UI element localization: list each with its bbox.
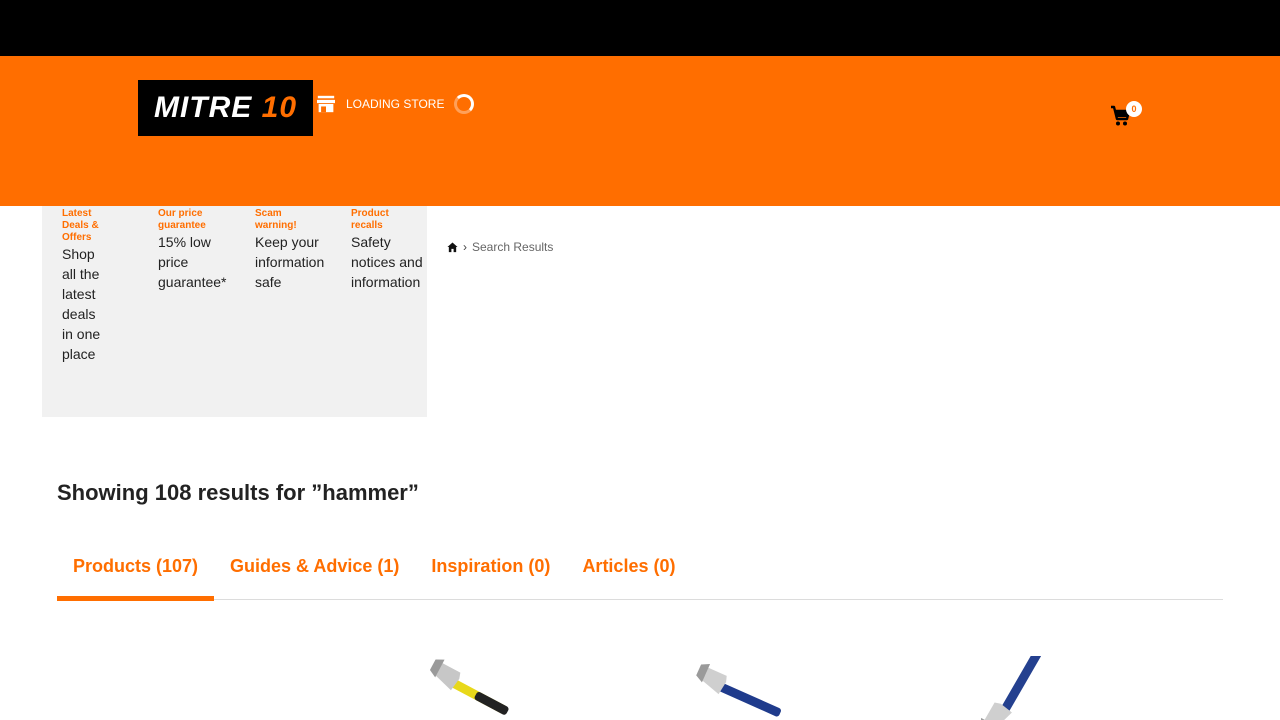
- cart-button[interactable]: 0: [1108, 100, 1148, 130]
- cart-count-badge: 0: [1126, 101, 1142, 117]
- store-icon: [317, 95, 335, 113]
- hammer-image: [429, 659, 509, 715]
- logo-accent: 10: [261, 91, 298, 124]
- breadcrumb: › Search Results: [447, 240, 553, 254]
- promo-price-guarantee[interactable]: Our price guarantee 15% low price guaran…: [158, 208, 238, 292]
- logo-text: MITRE 10: [154, 91, 297, 125]
- promo-panel: Latest Deals & Offers Shop all the lates…: [42, 206, 427, 417]
- promo-latest-deals[interactable]: Latest Deals & Offers Shop all the lates…: [62, 208, 106, 364]
- promo-product-recalls[interactable]: Product recalls Safety notices and infor…: [351, 208, 431, 292]
- hammer-image: [980, 656, 1042, 720]
- loading-spinner-icon: [454, 94, 475, 114]
- promo-title: Our price guarantee: [158, 208, 206, 231]
- breadcrumb-current: Search Results: [472, 240, 554, 254]
- results-heading: Showing 108 results for ”hammer”: [57, 480, 419, 505]
- product-image[interactable]: [958, 656, 1054, 720]
- promo-scam-warning[interactable]: Scam warning! Keep your information safe: [255, 208, 337, 292]
- top-bar: [0, 0, 1280, 56]
- store-label: LOADING STORE: [346, 97, 445, 111]
- tab-articles[interactable]: Articles (0): [566, 548, 691, 600]
- promo-body: Keep your information safe: [255, 234, 325, 290]
- promo-title: Latest Deals & Offers: [62, 208, 99, 243]
- product-image[interactable]: [420, 656, 516, 720]
- product-image[interactable]: [690, 656, 786, 720]
- tab-products[interactable]: Products (107): [57, 548, 215, 601]
- promo-body: Shop all the latest deals in one place: [62, 246, 101, 362]
- results-tabs: Products (107) Guides & Advice (1) Inspi…: [57, 548, 1223, 601]
- promo-body: Safety notices and information: [351, 234, 423, 290]
- promo-title: Product recalls: [351, 208, 389, 231]
- store-selector[interactable]: LOADING STORE: [316, 94, 475, 114]
- breadcrumb-separator: ›: [463, 240, 467, 254]
- promo-body: 15% low price guarantee*: [158, 234, 227, 290]
- promo-title: Scam warning!: [255, 208, 297, 231]
- tab-inspiration[interactable]: Inspiration (0): [415, 548, 566, 600]
- tab-guides-advice[interactable]: Guides & Advice (1): [214, 548, 415, 600]
- site-header: MITRE 10 LOADING STORE 0: [0, 56, 1280, 206]
- home-icon[interactable]: [447, 241, 458, 253]
- hammer-image: [696, 664, 781, 717]
- mitre10-logo[interactable]: MITRE 10: [138, 80, 313, 136]
- logo-main: MITRE: [153, 91, 253, 124]
